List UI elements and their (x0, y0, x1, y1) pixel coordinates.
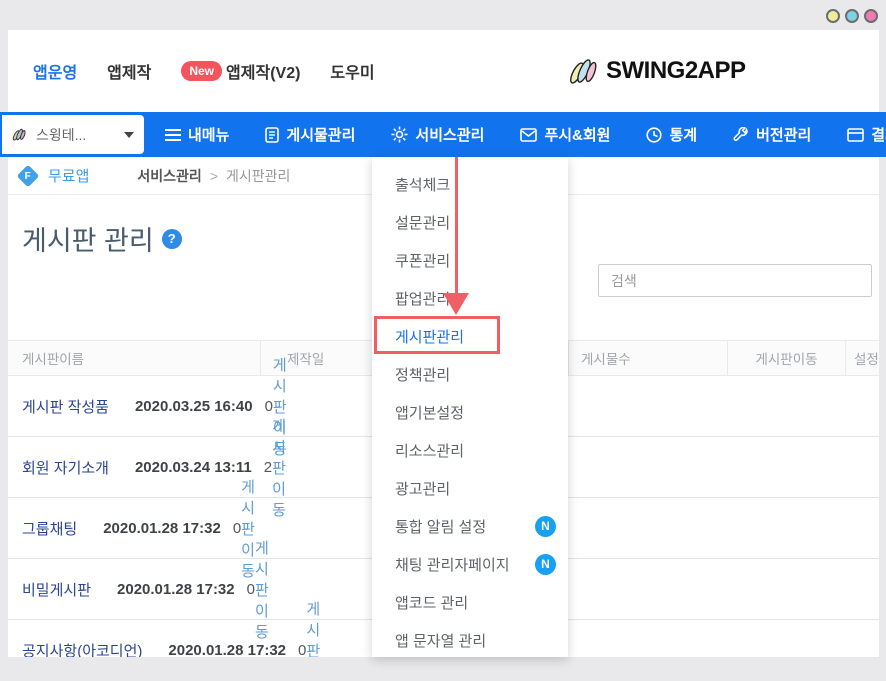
dropdown-item-notification-settings[interactable]: 통합 알림 설정 N (372, 507, 568, 545)
nav-item-service-management[interactable]: 서비스관리 (391, 124, 484, 145)
tab-app-operation[interactable]: 앱운영 (33, 59, 77, 83)
nav-item-post-management[interactable]: 게시물관리 (265, 124, 355, 145)
dropdown-item-resource[interactable]: 리소스관리 (372, 431, 568, 469)
dropdown-item-label: 채팅 관리자페이지 (395, 554, 510, 575)
dropdown-item-app-code[interactable]: 앱코드 관리 (372, 583, 568, 621)
swing-petals-icon (568, 56, 602, 86)
tab-app-create-v2[interactable]: 앱제작(V2) (226, 59, 300, 83)
nav-label: 결제 (871, 124, 886, 145)
main-navbar: 내메뉴 게시물관리 서 (0, 112, 886, 157)
menu-icon (165, 128, 181, 142)
nav-label: 서비스관리 (415, 124, 484, 145)
created-date: 2020.03.25 16:40 (135, 398, 253, 415)
post-count: 2 (264, 459, 272, 476)
tab-helper[interactable]: 도우미 (330, 59, 374, 83)
board-name-link[interactable]: 회원 자기소개 (22, 460, 109, 477)
nav-item-my-menu[interactable]: 내메뉴 (165, 124, 229, 145)
window-button-yellow[interactable] (826, 9, 840, 23)
nav-label: 버전관리 (756, 124, 811, 145)
annotation-arrow-line (455, 157, 458, 295)
board-name-link[interactable]: 비밀게시판 (22, 582, 91, 599)
nav-item-statistics[interactable]: 통계 (646, 124, 697, 145)
dropdown-item-chat-admin-page[interactable]: 채팅 관리자페이지 N (372, 545, 568, 583)
column-header-settings: 설정/삭제 (845, 340, 879, 376)
header: 앱운영 앱제작 New 앱제작(V2) 도우미 SWING2APP (8, 30, 879, 112)
breadcrumb-section[interactable]: 서비스관리 (137, 166, 201, 186)
dropdown-item-policy[interactable]: 정책관리 (372, 355, 568, 393)
dropdown-item-survey[interactable]: 설문관리 (372, 203, 568, 241)
dropdown-item-label: 통합 알림 설정 (395, 516, 486, 537)
created-date: 2020.01.28 17:32 (103, 520, 221, 537)
service-management-dropdown: 출석체크 설문관리 쿠폰관리 팝업관리 게시판관리 정책관리 앱기본설정 리소스… (372, 157, 568, 657)
window-controls (826, 9, 878, 23)
dropdown-item-coupon[interactable]: 쿠폰관리 (372, 241, 568, 279)
gear-icon (391, 126, 408, 143)
window-button-pink[interactable] (864, 9, 878, 23)
dropdown-item-ads[interactable]: 광고관리 (372, 469, 568, 507)
column-header-name: 게시판이름 (8, 340, 260, 376)
logo-text: SWING2APP (606, 57, 746, 85)
post-count: 0 (247, 581, 255, 598)
column-header-count: 게시물수 (568, 340, 727, 376)
wrench-icon (733, 127, 749, 143)
new-badge: New (181, 61, 222, 81)
window-button-blue[interactable] (845, 9, 859, 23)
breadcrumb-path: 서비스관리 > 게시판관리 (137, 166, 290, 186)
caret-down-icon (124, 132, 134, 138)
nav-label: 푸시&회원 (544, 124, 610, 145)
created-date: 2020.01.28 17:32 (168, 642, 286, 658)
swing2app-logo: SWING2APP (568, 30, 746, 112)
badge-letter: F (25, 170, 31, 181)
created-date: 2020.01.28 17:32 (117, 581, 235, 598)
nav-label: 게시물관리 (286, 124, 355, 145)
header-tabs: 앱운영 앱제작 New 앱제작(V2) 도우미 (33, 30, 375, 112)
new-feature-badge: N (535, 554, 556, 575)
nav-item-payment[interactable]: 결제 (847, 124, 886, 145)
breadcrumb-current: 게시판관리 (226, 166, 290, 186)
card-icon (847, 128, 864, 142)
board-move-link[interactable]: 게시판이동 (306, 601, 320, 658)
tab-app-create-v2-group[interactable]: New 앱제작(V2) (181, 59, 300, 83)
dropdown-item-attendance[interactable]: 출석체크 (372, 165, 568, 203)
annotation-arrow-head (443, 293, 469, 315)
nav-label: 내메뉴 (188, 124, 229, 145)
page-title-row: 게시판 관리 ? (22, 219, 182, 258)
app-selector-dropdown[interactable]: 스윙테... (2, 115, 144, 154)
nav-label: 통계 (669, 124, 697, 145)
column-header-move: 게시판이동 (727, 340, 845, 376)
post-count: 0 (233, 520, 241, 537)
dropdown-item-app-basic-settings[interactable]: 앱기본설정 (372, 393, 568, 431)
dropdown-item-app-strings[interactable]: 앱 문자열 관리 (372, 621, 568, 659)
tab-app-create[interactable]: 앱제작 (107, 59, 151, 83)
nav-items: 내메뉴 게시물관리 서 (165, 124, 886, 145)
new-feature-badge: N (535, 516, 556, 537)
page-title: 게시판 관리 (22, 219, 154, 258)
free-app-badge-icon: F (17, 164, 40, 187)
board-move-link[interactable]: 게시판이동 (272, 418, 286, 519)
nav-item-version-management[interactable]: 버전관리 (733, 124, 811, 145)
board-move-link[interactable]: 게시판이동 (255, 540, 269, 641)
board-name-link[interactable]: 게시판 작성품 (22, 399, 109, 416)
swing-petals-icon (12, 127, 28, 142)
selected-app-name: 스윙테... (36, 125, 116, 145)
search-input[interactable] (598, 264, 872, 297)
screen: 앱운영 앱제작 New 앱제작(V2) 도우미 SWING2APP 내메뉴 (0, 0, 886, 681)
dropdown-item-popup[interactable]: 팝업관리 (372, 279, 568, 317)
clock-icon (646, 127, 662, 143)
created-date: 2020.03.24 13:11 (135, 459, 252, 476)
board-name-link[interactable]: 공지사항(아코디언) (22, 643, 142, 658)
mail-icon (520, 128, 537, 142)
help-icon[interactable]: ? (162, 229, 182, 249)
board-move-link[interactable]: 게시판이동 (241, 479, 255, 580)
post-count: 0 (298, 642, 306, 658)
breadcrumb-separator: > (210, 168, 218, 184)
document-icon (265, 127, 279, 143)
annotation-highlight-box (374, 316, 500, 354)
board-name-link[interactable]: 그룹채팅 (22, 521, 77, 538)
free-app-link[interactable]: 무료앱 (48, 165, 89, 186)
nav-item-push-members[interactable]: 푸시&회원 (520, 124, 610, 145)
post-count: 0 (265, 398, 273, 415)
